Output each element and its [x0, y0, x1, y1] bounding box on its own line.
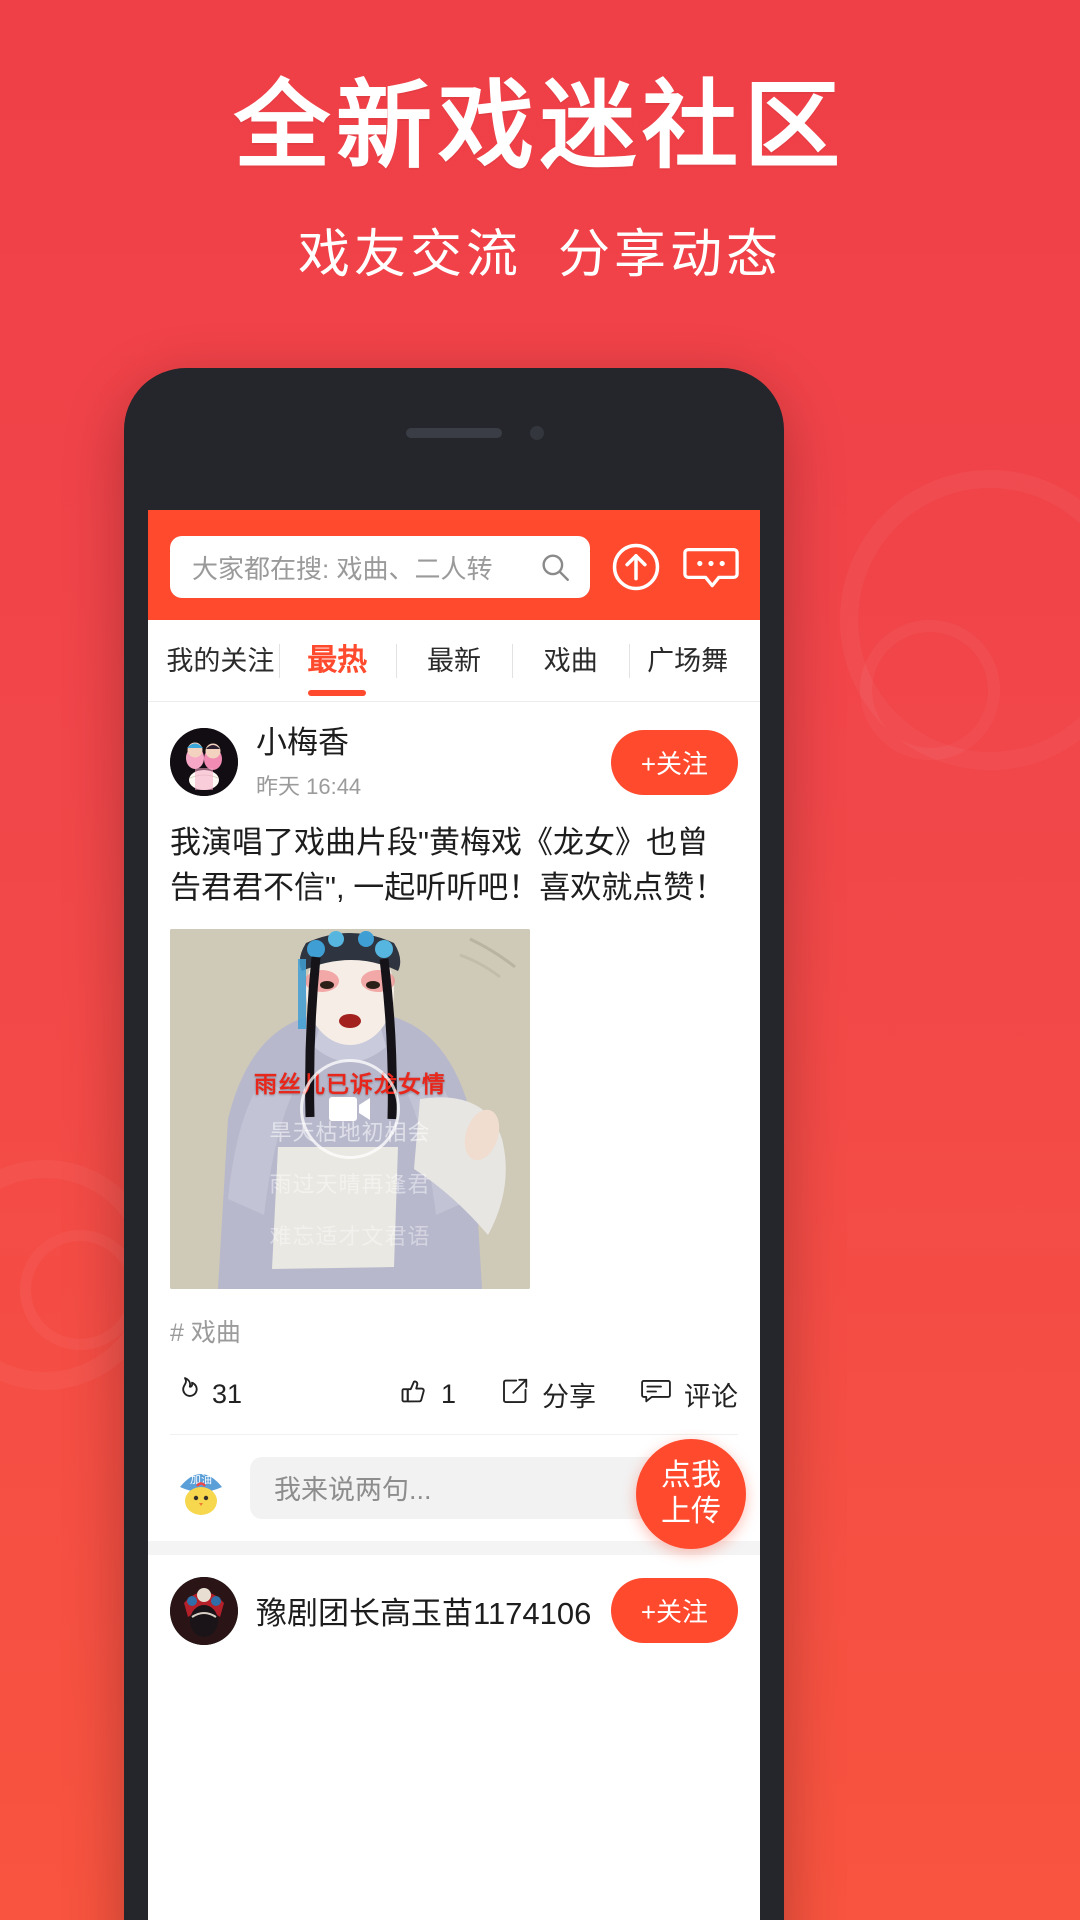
avatar[interactable]: [170, 728, 238, 797]
comment-label: 评论: [684, 1381, 738, 1412]
promo-text-block: 全新戏迷社区 戏友交流 分享动态: [0, 0, 1080, 287]
post-header: 小梅香 昨天 16:44 +关注: [170, 702, 738, 811]
share-label: 分享: [542, 1381, 596, 1412]
post-card: 小梅香 昨天 16:44 +关注 我演唱了戏曲片段"黄梅戏《龙女》也曾告君君不信…: [148, 702, 760, 1435]
post-video-thumbnail[interactable]: 难忘适才文君语 雨过天晴再逢君 旱天枯地初相会 雨丝儿已诉龙女情: [170, 928, 530, 1289]
promo-subtitle-left: 戏友交流: [297, 226, 522, 285]
tab-label: 我的关注: [166, 645, 275, 676]
circle-arrow-up-icon[interactable]: [608, 539, 664, 595]
video-subtitle-line4: 难忘适才文君语: [269, 1223, 431, 1249]
phone-speaker: [406, 428, 502, 438]
comment-composer: 加油 我来说两句... 点我 上传: [148, 1435, 760, 1549]
post-tag[interactable]: # 戏曲: [170, 1289, 738, 1353]
upload-fab-line2: 上传: [661, 1494, 721, 1528]
phone-screen: 大家都在搜: 戏曲、二人转 我的关注 最热 最新 戏曲 广场舞 小梅香 昨天 1…: [148, 510, 760, 1920]
tab-square-dance[interactable]: 广场舞: [629, 620, 746, 702]
post-card-next[interactable]: 豫剧团长高玉苗1174106 +关注: [148, 1555, 760, 1645]
avatar[interactable]: [170, 1576, 238, 1645]
decorative-swirl: [860, 620, 1000, 760]
post-user-name[interactable]: 小梅香: [256, 724, 611, 763]
upload-fab-button[interactable]: 点我 上传: [636, 1438, 746, 1549]
app-header: 大家都在搜: 戏曲、二人转: [148, 510, 760, 620]
phone-camera: [530, 426, 544, 440]
decorative-swirl: [20, 1230, 140, 1350]
feed-list: 小梅香 昨天 16:44 +关注 我演唱了戏曲片段"黄梅戏《龙女》也曾告君君不信…: [148, 702, 760, 1645]
chick-avatar-icon[interactable]: 加油: [170, 1456, 232, 1519]
search-placeholder: 大家都在搜: 戏曲、二人转: [192, 553, 493, 584]
feed-tabs: 我的关注 最热 最新 戏曲 广场舞: [148, 620, 760, 702]
post-actions: 31 1 分享 评论: [170, 1353, 738, 1435]
follow-button[interactable]: +关注: [610, 729, 738, 795]
tab-label: 最新: [426, 645, 481, 676]
post-user-info: 小梅香 昨天 16:44: [256, 724, 611, 801]
hot-count-label: 31: [212, 1378, 243, 1409]
like-action[interactable]: 1: [399, 1376, 456, 1413]
tab-active-underline: [308, 689, 367, 696]
tab-opera[interactable]: 戏曲: [512, 620, 629, 702]
tab-label: 广场舞: [647, 645, 729, 676]
comment-action[interactable]: 评论: [640, 1375, 738, 1414]
thumbs-up-icon: [399, 1376, 429, 1413]
video-play-icon[interactable]: [300, 1058, 400, 1159]
promo-subtitle-right: 分享动态: [558, 226, 783, 285]
share-icon: [500, 1376, 530, 1413]
promo-headline: 全新戏迷社区: [234, 73, 846, 180]
search-icon[interactable]: [538, 550, 572, 584]
tab-label: 最热: [307, 643, 368, 677]
share-action[interactable]: 分享: [500, 1375, 596, 1414]
tab-my-follow[interactable]: 我的关注: [162, 620, 279, 702]
follow-button[interactable]: +关注: [610, 1578, 738, 1644]
hot-count-action[interactable]: 31: [170, 1375, 242, 1414]
search-input[interactable]: 大家都在搜: 戏曲、二人转: [170, 536, 590, 598]
post-user-name[interactable]: 豫剧团长高玉苗1174106: [256, 1588, 611, 1633]
post-timestamp: 昨天 16:44: [256, 773, 362, 799]
post-text: 我演唱了戏曲片段"黄梅戏《龙女》也曾告君君不信", 一起听听吧！喜欢就点赞！: [170, 824, 726, 905]
comment-icon: [640, 1376, 672, 1413]
phone-mockup: 大家都在搜: 戏曲、二人转 我的关注 最热 最新 戏曲 广场舞 小梅香 昨天 1…: [124, 368, 784, 1920]
upload-fab-line1: 点我: [661, 1459, 721, 1493]
flame-icon: [170, 1375, 200, 1414]
comment-placeholder: 我来说两句...: [274, 1475, 432, 1506]
like-count-label: 1: [440, 1378, 456, 1409]
tab-hottest[interactable]: 最热: [278, 620, 396, 702]
video-subtitle-line3: 雨过天晴再逢君: [269, 1171, 431, 1197]
tab-label: 戏曲: [543, 645, 598, 676]
promo-subtitle: 戏友交流 分享动态: [0, 212, 1080, 287]
message-bubble-icon[interactable]: [682, 541, 740, 593]
tab-newest[interactable]: 最新: [395, 620, 513, 702]
